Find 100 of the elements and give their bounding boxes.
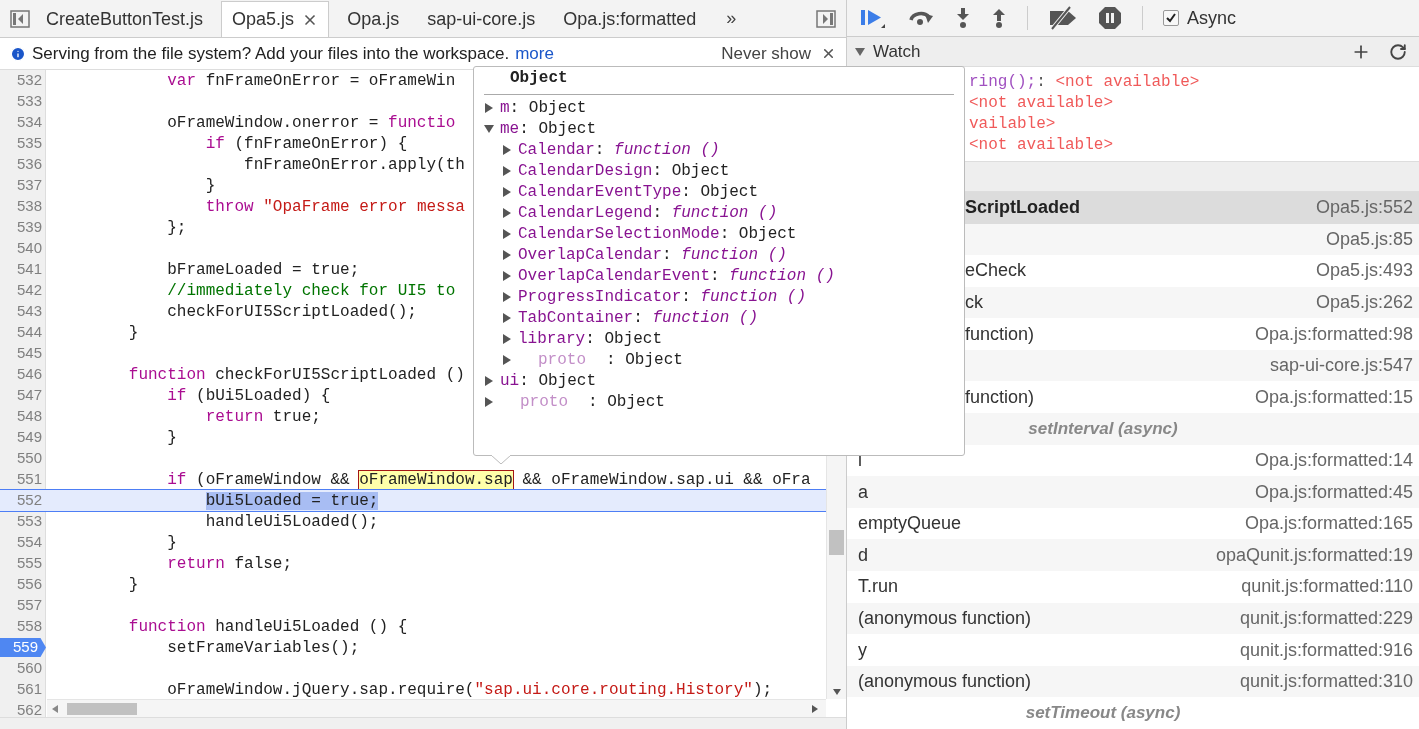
close-icon[interactable] — [821, 46, 836, 61]
line-number: 557 — [15, 596, 42, 615]
collapsed-triangle-icon[interactable] — [502, 165, 512, 176]
scroll-right-arrow-icon[interactable] — [812, 705, 818, 713]
info-message: Serving from the file system? Add your files into the workspace. — [32, 42, 510, 65]
line-number: 556 — [15, 575, 42, 594]
collapsed-triangle-icon[interactable] — [502, 207, 512, 218]
function-name: d — [858, 543, 868, 567]
watch-expression: ring();: <not available> — [969, 72, 1200, 94]
function-name: eCheck — [965, 259, 1027, 283]
line-number: 532 — [15, 71, 42, 90]
collapsed-triangle-icon[interactable] — [484, 396, 494, 407]
watch-header[interactable]: Watch — [847, 37, 1419, 67]
frame-location: Opa5.js:552 — [1315, 196, 1413, 220]
code-line: } — [127, 574, 139, 596]
line-number: 545 — [15, 344, 42, 363]
call-frame-row[interactable]: a Opa.js:formatted:45 — [847, 476, 1419, 508]
scroll-left-arrow-icon[interactable] — [52, 705, 58, 713]
line-number: 554 — [15, 533, 42, 552]
tree-row[interactable]: m: Object — [474, 97, 964, 118]
async-separator: setInterval (async) — [1028, 418, 1178, 441]
line-number: 540 — [15, 239, 42, 258]
async-checkbox[interactable] — [1163, 10, 1179, 27]
frame-location: opaQunit.js:formatted:19 — [1215, 543, 1413, 567]
code-line: bFrameLoaded = true; — [166, 259, 360, 281]
frame-location: Opa.js:formatted:15 — [1254, 385, 1413, 409]
async-separator: setTimeout (async) — [1025, 702, 1181, 725]
expanded-triangle-icon[interactable] — [855, 46, 865, 57]
file-tab[interactable]: Opa.js:formatted — [553, 1, 707, 37]
tree-row[interactable]: CalendarDesign: Object — [474, 160, 964, 181]
code-line: } — [127, 322, 139, 344]
collapsed-triangle-icon[interactable] — [502, 186, 512, 197]
line-number: 546 — [15, 365, 42, 384]
call-frame-row[interactable]: (anonymous function) qunit.js:formatted:229 — [847, 602, 1419, 635]
function-name: a — [858, 480, 868, 504]
collapsed-triangle-icon[interactable] — [502, 354, 512, 365]
scrollbar-thumb[interactable] — [67, 703, 137, 715]
scroll-down-arrow-icon[interactable] — [833, 689, 841, 695]
file-tab[interactable]: CreateButtonTest.js — [36, 1, 214, 37]
never-show-link[interactable]: Never show — [721, 40, 811, 67]
line-number: 541 — [15, 260, 42, 279]
collapsed-triangle-icon[interactable] — [502, 270, 512, 281]
code-line: } — [204, 175, 216, 197]
line-number: 548 — [15, 407, 42, 426]
line-number: 551 — [15, 470, 42, 489]
file-tab[interactable]: sap-ui-core.js — [417, 1, 546, 37]
line-number: 533 — [15, 92, 42, 111]
collapsed-triangle-icon[interactable] — [502, 144, 512, 155]
resume-icon[interactable] — [859, 7, 887, 30]
frame-location: Opa.js:formatted:98 — [1254, 322, 1413, 346]
step-into-icon[interactable] — [955, 7, 971, 30]
line-number: 547 — [15, 386, 42, 405]
code-line: function checkForUI5ScriptLoaded () — [127, 364, 465, 386]
expanded-triangle-icon[interactable] — [484, 123, 494, 134]
line-number: 539 — [15, 218, 42, 237]
call-frame-row[interactable]: (anonymous function) qunit.js:formatted:310 — [847, 665, 1419, 698]
deactivate-breakpoints-icon[interactable] — [1048, 6, 1078, 31]
tree-row[interactable]: Calendar: function () — [474, 139, 964, 160]
collapsed-triangle-icon[interactable] — [502, 228, 512, 239]
frame-location: Opa.js:formatted:165 — [1244, 512, 1413, 536]
file-tab[interactable]: Opa5.js — [221, 1, 330, 37]
panel-toggle-icon[interactable] — [10, 9, 30, 28]
frame-location: qunit.js:formatted:916 — [1239, 638, 1413, 662]
overflow-button[interactable]: » — [726, 5, 737, 32]
call-frame-row[interactable]: d opaQunit.js:formatted:19 — [847, 539, 1419, 572]
code-line: } — [166, 427, 177, 449]
line-number: 549 — [15, 428, 42, 447]
more-link[interactable]: more — [515, 40, 554, 67]
collapsed-triangle-icon[interactable] — [502, 333, 512, 344]
code-line: throw "OpaFrame error messa — [204, 196, 465, 218]
collapsed-triangle-icon[interactable] — [502, 249, 512, 260]
code-line: if (fnFrameOnError) { — [204, 133, 408, 155]
horizontal-scrollbar[interactable] — [47, 699, 826, 717]
refresh-icon[interactable] — [1389, 42, 1407, 61]
function-name: (anonymous function) — [858, 670, 1032, 694]
async-label: Async — [1187, 6, 1237, 30]
function-name: T.run — [858, 575, 899, 599]
scrollbar-thumb[interactable] — [829, 530, 844, 555]
collapsed-triangle-icon[interactable] — [502, 312, 512, 323]
line-number: 562 — [15, 701, 42, 717]
code-line: return false; — [166, 553, 293, 575]
line-number: 552 — [15, 491, 42, 510]
code-line: oFrameWindow.onerror = functio — [166, 112, 456, 134]
collapsed-triangle-icon[interactable] — [502, 291, 512, 302]
frame-location: qunit.js:formatted:229 — [1239, 606, 1413, 630]
step-out-icon[interactable] — [991, 7, 1007, 30]
function-name: function) — [965, 385, 1035, 409]
pause-on-exceptions-icon[interactable] — [1098, 6, 1122, 31]
file-tab[interactable]: Opa.js — [337, 1, 410, 37]
collapsed-triangle-icon[interactable] — [484, 102, 494, 113]
panel-toggle-icon[interactable] — [816, 9, 836, 28]
function-name: ScriptLoaded — [965, 196, 1080, 220]
code-line: }; — [166, 217, 187, 239]
collapsed-triangle-icon[interactable] — [484, 375, 494, 386]
tree-row[interactable]: me: Object — [474, 118, 964, 139]
code-line: return true; — [204, 406, 321, 428]
function-name: y — [858, 638, 867, 662]
frame-location: qunit.js:formatted:110 — [1241, 575, 1413, 599]
line-number: 544 — [15, 323, 42, 342]
function-name: emptyQueue — [858, 512, 962, 536]
